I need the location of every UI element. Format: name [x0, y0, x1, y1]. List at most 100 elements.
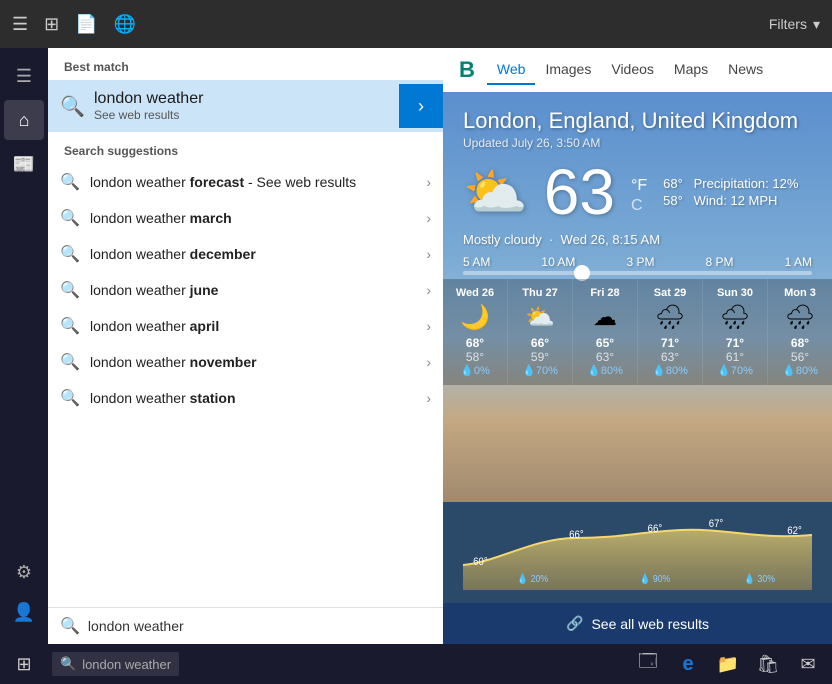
best-match-subtitle: See web results — [94, 108, 391, 122]
tab-maps[interactable]: Maps — [664, 55, 718, 85]
taskbar-edge[interactable]: e — [672, 648, 704, 680]
forecast-day: Fri 28 — [590, 287, 619, 299]
forecast-hi: 68° — [466, 336, 484, 350]
suggestion-item[interactable]: 🔍 london weather station › — [48, 380, 443, 416]
taskbar-right: 🗔 e 📁 🛍 ✉ — [632, 648, 824, 680]
suggestion-item[interactable]: 🔍 london weather forecast - See web resu… — [48, 164, 443, 200]
taskbar-store[interactable]: 🛍 — [752, 648, 784, 680]
suggestion-text: london weather december — [90, 246, 426, 262]
weather-location: London, England, United Kingdom — [463, 108, 812, 134]
document-icon[interactable]: 📄 — [75, 14, 97, 35]
weather-lo: 58° Wind: 12 MPH — [663, 193, 798, 208]
forecast-precip: 💧0% — [460, 364, 490, 377]
bing-tabs: WebImagesVideosMapsNews — [487, 55, 773, 85]
taskbar-explorer[interactable]: 📁 — [712, 648, 744, 680]
forecast-cell[interactable]: Wed 26 🌙 68° 58° 💧0% — [443, 279, 508, 385]
forecast-icon: ☁ — [593, 303, 617, 332]
celsius-unit[interactable]: C — [631, 197, 647, 215]
forecast-cell[interactable]: Thu 27 ⛅ 66° 59° 💧70% — [508, 279, 573, 385]
forecast-cell[interactable]: Sun 30 🌧 71° 61° 💧70% — [703, 279, 768, 385]
best-match-text: london weather See web results — [94, 90, 391, 122]
time-slider-bar[interactable] — [463, 271, 812, 275]
tab-web[interactable]: Web — [487, 55, 536, 85]
taskbar-task-view[interactable]: 🗔 — [632, 648, 664, 680]
forecast-precip: 💧80% — [587, 364, 623, 377]
forecast-precip: 💧80% — [652, 364, 688, 377]
svg-text:66°: 66° — [569, 529, 584, 541]
suggestions-list: 🔍 london weather forecast - See web resu… — [48, 164, 443, 416]
svg-text:60°: 60° — [473, 556, 488, 568]
sidebar-item-news[interactable]: 📰 — [4, 144, 44, 184]
weather-description: Mostly cloudy · Wed 26, 8:15 AM — [463, 232, 812, 247]
time-label: 10 AM — [541, 255, 575, 269]
grid-icon[interactable]: ⊞ — [44, 14, 59, 35]
suggestion-item[interactable]: 🔍 london weather november › — [48, 344, 443, 380]
chevron-down-icon: ▾ — [813, 16, 820, 33]
suggestion-text: london weather march — [90, 210, 426, 226]
time-label: 8 PM — [706, 255, 734, 269]
suggestion-arrow-icon: › — [426, 390, 431, 406]
forecast-precip: 💧80% — [782, 364, 818, 377]
suggestion-item[interactable]: 🔍 london weather december › — [48, 236, 443, 272]
hamburger-icon[interactable]: ☰ — [12, 14, 28, 35]
hi-temp: 68° — [663, 176, 683, 191]
fahrenheit-unit[interactable]: °F — [631, 177, 647, 195]
forecast-cell[interactable]: Fri 28 ☁ 65° 63° 💧80% — [573, 279, 638, 385]
forecast-lo: 59° — [531, 350, 549, 364]
bing-header: B WebImagesVideosMapsNews — [443, 48, 832, 92]
forecast-day: Mon 3 — [784, 287, 816, 299]
tab-images[interactable]: Images — [535, 55, 601, 85]
wind: Wind: 12 MPH — [694, 193, 778, 208]
suggestion-search-icon: 🔍 — [60, 172, 80, 192]
search-bottom: 🔍 — [48, 607, 443, 644]
suggestion-text: london weather april — [90, 318, 426, 334]
suggestion-arrow-icon: › — [426, 318, 431, 334]
forecast-lo: 58° — [466, 350, 484, 364]
filters-button[interactable]: Filters ▾ — [769, 16, 820, 33]
weather-details: 68° Precipitation: 12% 58° Wind: 12 MPH — [663, 176, 798, 208]
search-input[interactable] — [88, 618, 431, 634]
forecast-lo: 63° — [661, 350, 679, 364]
sidebar-item-menu[interactable]: ☰ — [4, 56, 44, 96]
start-button[interactable]: ⊞ — [8, 648, 40, 680]
suggestion-search-icon: 🔍 — [60, 388, 80, 408]
suggestion-item[interactable]: 🔍 london weather march › — [48, 200, 443, 236]
tab-news[interactable]: News — [718, 55, 773, 85]
sidebar-item-home[interactable]: ⌂ — [4, 100, 44, 140]
forecast-cell[interactable]: Mon 3 🌧 68° 56° 💧80% › — [768, 279, 832, 385]
globe-icon[interactable]: 🌐 — [114, 14, 136, 35]
forecast-hi: 71° — [726, 336, 744, 350]
bing-logo: B — [459, 57, 475, 83]
temp-chart-svg: 60° 66° 66° 67° 62° 💧 20% 💧 90% 💧 30% — [463, 510, 812, 590]
search-panel: Best match 🔍 london weather See web resu… — [48, 48, 443, 644]
suggestion-item[interactable]: 🔍 london weather april › — [48, 308, 443, 344]
time-slider-labels: 5 AM10 AM3 PM8 PM1 AM — [463, 255, 812, 269]
bottom-taskbar: ⊞ 🔍 london weather 🗔 e 📁 🛍 ✉ — [0, 644, 832, 684]
forecast-icon: 🌧 — [655, 303, 685, 332]
forecast-hi: 66° — [531, 336, 549, 350]
weather-updated: Updated July 26, 3:50 AM — [463, 136, 812, 150]
suggestion-search-icon: 🔍 — [60, 316, 80, 336]
suggestion-search-icon: 🔍 — [60, 352, 80, 372]
see-all-label: See all web results — [591, 616, 709, 632]
suggestion-item[interactable]: 🔍 london weather june › — [48, 272, 443, 308]
taskbar-mail[interactable]: ✉ — [792, 648, 824, 680]
tab-videos[interactable]: Videos — [601, 55, 664, 85]
best-match-item[interactable]: 🔍 london weather See web results › — [48, 80, 443, 132]
forecast-hi: 68° — [791, 336, 809, 350]
see-all-results-button[interactable]: 🔗 See all web results — [443, 603, 832, 644]
forecast-day: Wed 26 — [456, 287, 494, 299]
best-match-title: london weather — [94, 90, 391, 108]
suggestion-arrow-icon: › — [426, 210, 431, 226]
time-label: 1 AM — [785, 255, 812, 269]
suggestion-arrow-icon: › — [426, 282, 431, 298]
sidebar-item-settings[interactable]: ⚙ — [4, 552, 44, 592]
suggestion-search-icon: 🔍 — [60, 280, 80, 300]
best-match-arrow[interactable]: › — [399, 84, 443, 128]
top-bar: ☰ ⊞ 📄 🌐 Filters ▾ — [0, 0, 832, 48]
time-label: 5 AM — [463, 255, 490, 269]
forecast-cell[interactable]: Sat 29 🌧 71° 63° 💧80% — [638, 279, 703, 385]
weather-panel: B WebImagesVideosMapsNews London, Englan… — [443, 48, 832, 644]
sidebar-item-account[interactable]: 👤 — [4, 592, 44, 632]
search-icon: 🔍 — [60, 94, 84, 119]
